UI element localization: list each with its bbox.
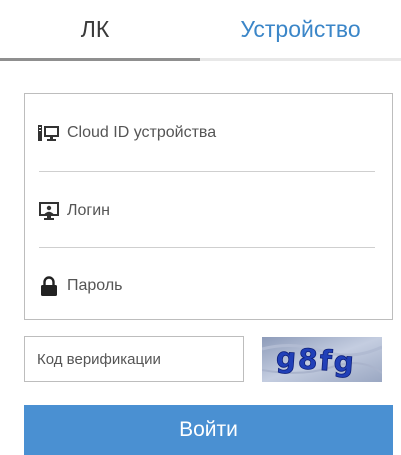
tab-account[interactable]: ЛК bbox=[0, 0, 190, 58]
tab-device[interactable]: Устройство bbox=[200, 0, 401, 58]
login-placeholder: Логин bbox=[67, 202, 111, 219]
verification-code-input[interactable]: Код верификации bbox=[24, 336, 244, 382]
login-field[interactable]: Логин bbox=[25, 186, 392, 236]
device-id-icon bbox=[38, 123, 60, 143]
active-tab-indicator bbox=[200, 58, 401, 61]
login-form: Cloud ID устройства Логин Пароль bbox=[24, 93, 393, 320]
cloud-id-field[interactable]: Cloud ID устройства bbox=[25, 108, 392, 158]
tab-bar: ЛК Устройство bbox=[0, 0, 401, 62]
captcha-image[interactable]: g8fg bbox=[262, 337, 382, 382]
login-button-label: Войти bbox=[179, 418, 238, 441]
login-button[interactable]: Войти bbox=[24, 405, 393, 455]
password-placeholder: Пароль bbox=[67, 277, 123, 294]
field-divider bbox=[39, 171, 375, 172]
field-divider bbox=[39, 247, 375, 248]
tab-device-label: Устройство bbox=[240, 15, 361, 42]
cloud-id-placeholder: Cloud ID устройства bbox=[67, 124, 217, 141]
lock-icon bbox=[38, 276, 60, 296]
user-monitor-icon bbox=[38, 201, 60, 221]
verification-code-placeholder: Код верификации bbox=[37, 350, 161, 368]
password-field[interactable]: Пароль bbox=[25, 261, 392, 311]
captcha-text: g8fg bbox=[275, 341, 357, 379]
tab-account-label: ЛК bbox=[80, 15, 110, 42]
